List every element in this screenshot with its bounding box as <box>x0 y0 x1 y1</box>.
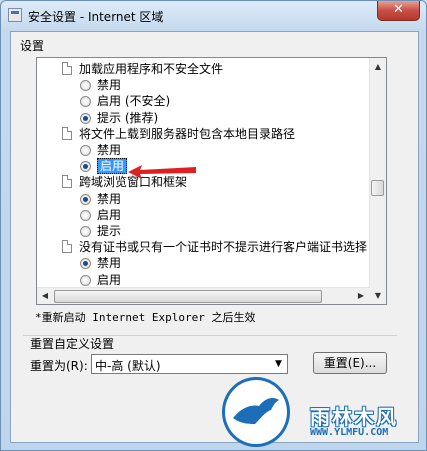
setting-option[interactable]: 禁用 <box>80 77 121 93</box>
setting-option[interactable]: 启用 (不安全) <box>80 93 170 109</box>
setting-header[interactable]: 加载应用程序和不安全文件 <box>62 61 223 77</box>
setting-option[interactable]: 提示 (推荐) <box>80 110 158 126</box>
window-title: 安全设置 - Internet 区域 <box>28 10 164 24</box>
chevron-down-icon[interactable]: ▼ <box>270 355 287 373</box>
document-icon <box>62 62 72 75</box>
setting-header-label: 没有证书或只有一个证书时不提示进行客户端证书选择 <box>79 240 368 255</box>
vertical-scrollbar[interactable]: ▲ ▼ <box>369 58 386 304</box>
setting-option-label: 禁用 <box>97 143 122 157</box>
settings-list[interactable]: 加载应用程序和不安全文件 禁用 启用 (不安全) 提示 (推荐) 将文件上载到服务器时包… <box>36 57 387 305</box>
scrollbar-thumb[interactable] <box>371 180 384 196</box>
radio-unchecked-icon[interactable] <box>80 209 91 221</box>
setting-option-label: 启用 <box>97 272 122 287</box>
setting-option[interactable]: 提示 <box>80 223 121 239</box>
scroll-right-icon[interactable]: ▶ <box>353 288 369 303</box>
reset-button[interactable]: 重置(E)... <box>313 352 387 374</box>
setting-header-label: 将文件上载到服务器时包含本地目录路径 <box>79 126 296 141</box>
title-bar[interactable]: 安全设置 - Internet 区域 ✕ <box>1 1 426 31</box>
setting-header-label: 加载应用程序和不安全文件 <box>79 62 224 76</box>
setting-option[interactable]: 禁用 <box>80 191 121 207</box>
setting-header[interactable]: 将文件上载到服务器时包含本地目录路径 <box>62 126 295 142</box>
setting-option-label: 禁用 <box>97 256 122 271</box>
radio-unchecked-icon[interactable] <box>80 274 91 286</box>
radio-unchecked-icon[interactable] <box>80 226 91 237</box>
horizontal-scrollbar[interactable]: ◀ ▶ <box>37 287 370 304</box>
document-icon <box>62 126 72 140</box>
radio-checked-icon[interactable] <box>80 161 91 173</box>
setting-option-label: 提示 <box>97 224 122 238</box>
red-arrow-icon <box>128 165 196 179</box>
watermark: 雨林木风 WWW.YLMFU.COM <box>222 377 427 451</box>
setting-option-label: 禁用 <box>97 78 122 93</box>
setting-option[interactable]: 启用 <box>80 207 121 223</box>
setting-option-label: 启用 <box>97 207 122 222</box>
document-icon <box>62 175 72 189</box>
setting-option[interactable]: 禁用 <box>80 255 121 271</box>
horse-logo-icon <box>222 377 290 447</box>
radio-checked-icon[interactable] <box>80 193 91 205</box>
setting-option-label: 提示 (推荐) <box>97 110 159 125</box>
scroll-down-icon[interactable]: ▼ <box>370 287 386 304</box>
reset-level-select[interactable]: 中-高 (默认) ▼ <box>91 354 288 374</box>
radio-checked-icon[interactable] <box>80 112 91 124</box>
scroll-up-icon[interactable]: ▲ <box>370 58 386 75</box>
setting-option-label: 启用 <box>97 158 128 175</box>
scroll-left-icon[interactable]: ◀ <box>37 288 53 303</box>
horizontal-scrollbar-thumb[interactable] <box>54 290 322 303</box>
setting-option-label: 禁用 <box>97 191 122 206</box>
restart-note: *重新启动 Internet Explorer 之后生效 <box>35 311 256 324</box>
radio-checked-icon[interactable] <box>80 258 91 270</box>
radio-unchecked-icon[interactable] <box>80 96 91 108</box>
setting-option[interactable]: 禁用 <box>80 142 121 158</box>
reset-level-value: 中-高 (默认) <box>95 359 161 373</box>
setting-header[interactable]: 没有证书或只有一个证书时不提示进行客户端证书选择 <box>62 239 367 255</box>
reset-group-label: 重置自定义设置 <box>30 337 115 351</box>
watermark-url: WWW.YLMFU.COM <box>310 427 389 438</box>
setting-option-label: 启用 (不安全) <box>97 94 171 109</box>
setting-option[interactable]: 启用 <box>80 272 121 288</box>
document-icon <box>62 240 72 254</box>
settings-label: 设置 <box>20 39 45 53</box>
close-button[interactable]: ✕ <box>377 1 420 21</box>
setting-option[interactable]: 启用 <box>80 158 128 175</box>
radio-unchecked-icon[interactable] <box>80 80 91 92</box>
radio-unchecked-icon[interactable] <box>80 145 91 156</box>
security-settings-icon <box>8 8 22 22</box>
watermark-title: 雨林木风 <box>310 405 398 429</box>
reset-to-label: 重置为(R): <box>30 359 88 373</box>
